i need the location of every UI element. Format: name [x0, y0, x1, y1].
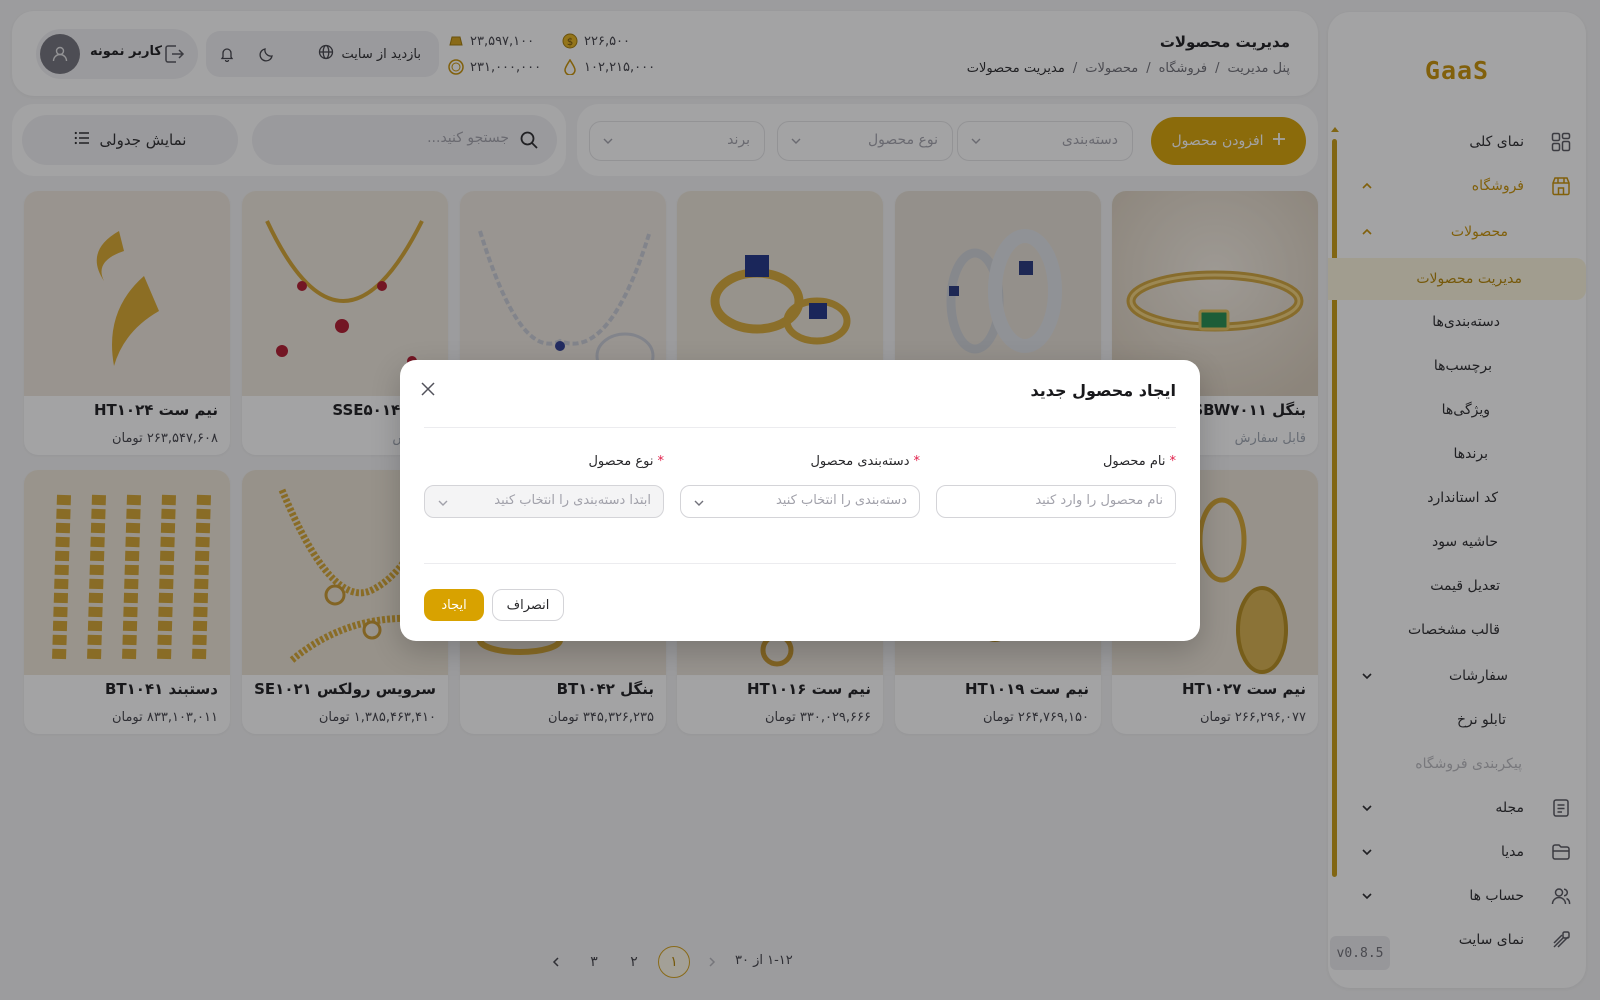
close-icon[interactable] [418, 379, 438, 399]
page: GaaS نمای کلی فروشگاه محصولات مدیریت محص… [0, 0, 1600, 1000]
divider [424, 427, 1176, 428]
chevron-down-icon [438, 500, 448, 506]
chevron-down-icon [694, 500, 704, 506]
product-category-select[interactable]: دسته‌بندی را انتخاب کنید [680, 485, 920, 518]
create-product-dialog: ایجاد محصول جدید *نام محصول *دسته‌بندی م… [400, 360, 1200, 641]
product-type-select: ابتدا دسته‌بندی را انتخاب کنید [424, 485, 664, 518]
required-mark: * [657, 454, 665, 469]
divider [424, 563, 1176, 564]
required-mark: * [1169, 454, 1177, 469]
dialog-title: ایجاد محصول جدید [1030, 381, 1176, 400]
cancel-button[interactable]: انصراف [492, 589, 564, 621]
create-button[interactable]: ایجاد [424, 589, 484, 621]
field-label-name: *نام محصول [1102, 454, 1177, 469]
product-name-input[interactable]: نام محصول را وارد کنید [936, 485, 1176, 518]
required-mark: * [913, 454, 921, 469]
field-label-category: *دسته‌بندی محصول [810, 454, 920, 469]
field-label-type: *نوع محصول [588, 454, 664, 469]
